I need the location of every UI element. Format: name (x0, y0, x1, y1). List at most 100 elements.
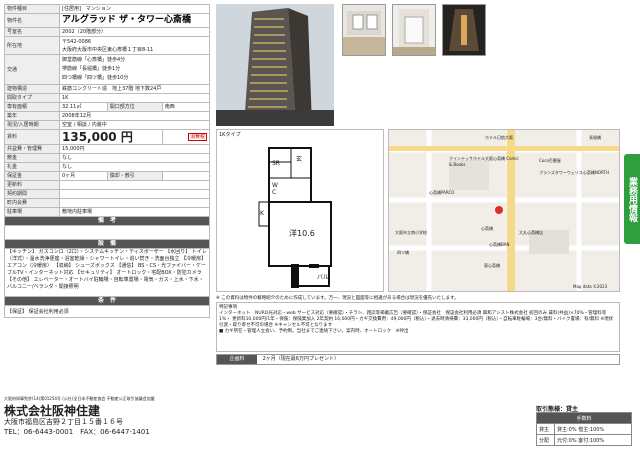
fee-header: 手数料 (536, 412, 632, 424)
guarantee-label: 保証金 (4, 171, 60, 181)
name-label: 物件名 (4, 13, 60, 28)
contract-value (59, 189, 210, 199)
transport-line: 堺筋線「長堀橋」徒歩1分 (62, 66, 121, 72)
floorplan-balcony: バル (317, 274, 330, 281)
status-value: 空室 / 相談 / 内装中 (59, 120, 210, 130)
window-label: 開口部方位 (106, 102, 163, 112)
fee-row-value: 貸主:0% 借主:100% (554, 423, 632, 435)
property-name: アルグラッド ザ・タワー心斎橋 (59, 13, 210, 28)
address-cell: 〒542-0086 大阪府大阪市中央区東心斎橋１丁目8-11 (59, 36, 210, 55)
property-spec-table: 物件種目 [住居用] マンション 物件名 アルグラッド ザ・タワー心斎橋 号室名… (4, 4, 211, 318)
rent-label: 賃料 (4, 129, 60, 145)
floorplan-type-label: 1Kタイプ (219, 132, 241, 138)
other-fee-value (59, 198, 210, 208)
layout-value: 1K (59, 93, 210, 103)
map-drawing (389, 130, 619, 291)
floorplan-room-size: 洋10.6 (289, 229, 315, 238)
deposit-label: 敷金 (4, 153, 60, 163)
status-label: 現況/入居時期 (4, 120, 60, 130)
building-photo (216, 4, 334, 126)
photo-thumbnail-2[interactable] (392, 4, 436, 56)
transport-line: 御堂筋線「心斎橋」徒歩4分 (62, 57, 126, 63)
room-label: 号室名 (4, 27, 60, 37)
conditions-body: 【保証】 保証会社利用必須 (4, 305, 210, 318)
map-copyright: Map data ©2023 (573, 284, 608, 289)
mgmt-value: 15,000円 (59, 144, 210, 154)
map-label: 心斎橋 (481, 226, 493, 231)
other-fee-label: 町内会費 (4, 198, 60, 208)
type-value: [住居用] マンション (59, 4, 210, 14)
remarks-header: 備 考 (4, 216, 210, 226)
company-tel: TEL：06-6443-0001 FAX：06-6447-1401 (4, 428, 150, 436)
amort-label: 償却・敷引 (106, 171, 163, 181)
map-label: ホテル日航大阪 (485, 135, 513, 140)
floorplan-wc: W C (272, 182, 278, 196)
disclaimer-note: ※ この資料は物件の概略紹介のために作成しています。万一、現況と図面等に相違があ… (216, 296, 459, 301)
transport-cell: 御堂筋線「心斎橋」徒歩4分 堺筋線「長堀橋」徒歩1分 四つ橋線「四ツ橋」徒歩10… (59, 54, 210, 85)
floorplan-kitchen: K (260, 210, 264, 217)
map-label: Coco壱番屋 (539, 158, 561, 163)
map-label: 心斎橋PARCO (429, 190, 455, 195)
map-label: ブランズタワーウェリス心斎橋NORTH (539, 170, 609, 175)
floorplan-panel: 1Kタイプ SR 玄 W C K 洋10.6 バル (216, 129, 384, 292)
parking-value: 敷地内駐車場 (59, 207, 210, 217)
photo-thumbnail-1[interactable] (342, 4, 386, 56)
company-address: 大阪市福島区吉野２丁目１５番１６号 (4, 418, 123, 426)
built-label: 築年 (4, 111, 60, 121)
table-row: 貸主 貸主:0% 借主:100% (536, 423, 632, 435)
remarks-body (4, 225, 210, 240)
area-value: 32.11㎡ (59, 102, 108, 112)
window-value: 南西 (161, 102, 211, 112)
contract-label: 契約期間 (4, 189, 60, 199)
parking-label: 駐車場 (4, 207, 60, 217)
built-value: 2008年12月 (59, 111, 210, 121)
map-panel[interactable]: ホテル日航大阪 長堀橋 クインテッサホテル大阪心斎橋 Comic & Books… (388, 129, 620, 292)
address-value: 大阪府大阪市中央区東心斎橋１丁目8-11 (62, 46, 154, 53)
mgmt-label: 共益費・管理費 (4, 144, 60, 154)
campaign-value: 2ヶ月（現在最6万円プレゼント） (262, 356, 339, 362)
renewal-value (59, 180, 210, 190)
map-label: 心斎橋BAN (489, 242, 510, 247)
rent-value: 135,000 円 (59, 129, 163, 145)
fee-row-label: 分配 (536, 434, 555, 446)
special-notes-extra: ■ カギ所在・管理人立会い、予約制。当社までご連絡下さい。案内時、オートロック … (219, 329, 409, 334)
postal-code: 〒542-0086 (62, 38, 92, 45)
renewal-label: 更新料 (4, 180, 60, 190)
map-label: 四ツ橋 (397, 250, 409, 255)
fee-table: 手数料 貸主 貸主:0% 借主:100% 分配 元付:0% 客付:100% (536, 412, 632, 446)
facilities-body: 【キッチン】 ガスコンロ（2口）・システムキッチン・ディスポーザー 【水回り】 … (4, 248, 210, 297)
fee-row-label: 貸主 (536, 423, 555, 435)
floorplan-sr: SR (272, 160, 280, 167)
map-label: 大阪市立南小学校 (395, 230, 427, 235)
business-info-tab[interactable]: 業務用情報 (624, 154, 640, 244)
room-value: 2002（20階部分） (59, 27, 210, 37)
structure-label: 建物構造 (4, 84, 60, 94)
area-label: 専有面積 (4, 102, 60, 112)
photo-thumbnail-3[interactable] (442, 4, 486, 56)
keymoney-label: 礼金 (4, 162, 60, 172)
amort-value (161, 171, 211, 181)
tax-badge: 消費税 (187, 133, 207, 141)
structure-value: 鉄筋コンクリート造 地上37階 地下数24戸 (59, 84, 210, 94)
campaign-row: 企画料 2ヶ月（現在最6万円プレゼント） (216, 354, 620, 365)
facilities-header: 設 備 (4, 239, 210, 249)
type-label: 物件種目 (4, 4, 60, 14)
fee-row-value: 元付:0% 客付:100% (554, 434, 632, 446)
floorplan-genkan: 玄 (296, 156, 303, 163)
map-label: 長堀橋 (589, 135, 601, 140)
address-label: 所在地 (4, 36, 60, 55)
special-notes-text: インターネット NURO光対応・web サービス対応（要確認）・チラシ、雑誌等掲… (219, 311, 614, 328)
campaign-label: 企画料 (217, 355, 257, 364)
conditions-header: 条 件 (4, 296, 210, 306)
map-label: 東心斎橋 (484, 263, 500, 268)
floorplan-drawing (258, 147, 332, 288)
guarantee-value: 0ヶ月 (59, 171, 108, 181)
building-tower-image (216, 4, 334, 126)
deposit-value: なし (59, 153, 210, 163)
transport-line: 四つ橋線「四ツ橋」徒歩10分 (62, 75, 129, 81)
table-row: 分配 元付:0% 客付:100% (536, 434, 632, 446)
layout-label: 間取タイプ (4, 93, 60, 103)
special-notes-panel: 特記事項 インターネット NURO光対応・web サービス対応（要確認）・チラシ… (216, 302, 620, 352)
keymoney-value: なし (59, 162, 210, 172)
map-label: 大丸心斎橋店 (519, 230, 543, 235)
